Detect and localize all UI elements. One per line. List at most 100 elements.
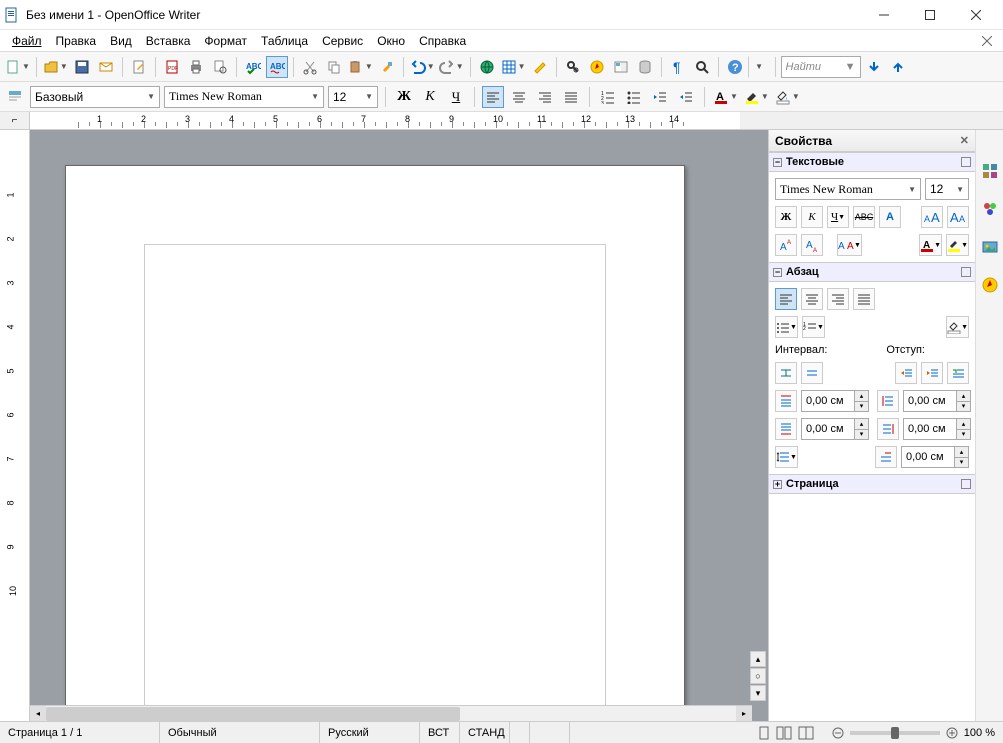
nav-target-button[interactable]: ○ <box>750 668 766 684</box>
menu-edit[interactable]: Правка <box>50 32 103 50</box>
menu-table[interactable]: Таблица <box>255 32 314 50</box>
background-color-button[interactable]: ▼ <box>774 86 801 108</box>
indent-first-input[interactable]: ▴▾ <box>901 446 969 468</box>
indent-left-input[interactable]: ▴▾ <box>903 390 971 412</box>
sidebar-subscript-button[interactable]: AA <box>801 234 823 256</box>
status-style[interactable]: Обычный <box>160 722 320 743</box>
bullet-list-button[interactable] <box>623 86 645 108</box>
menu-view[interactable]: Вид <box>104 32 138 50</box>
new-button[interactable]: ▼ <box>4 56 31 78</box>
increase-spacing-button[interactable] <box>775 362 797 384</box>
page[interactable] <box>65 165 685 721</box>
find-next-button[interactable] <box>863 56 885 78</box>
save-button[interactable] <box>71 56 93 78</box>
scroll-thumb[interactable] <box>46 707 460 721</box>
sidebar-font-combo[interactable]: Times New Roman▼ <box>775 178 921 200</box>
tab-gallery[interactable] <box>979 236 1001 258</box>
section-more-icon[interactable] <box>961 267 971 277</box>
sidebar-number-list-button[interactable]: 12▼ <box>802 316 825 338</box>
menu-insert[interactable]: Вставка <box>140 32 197 50</box>
find-prev-button[interactable] <box>887 56 909 78</box>
sidebar-strike-button[interactable]: ABC <box>853 206 875 228</box>
section-page[interactable]: +Страница <box>769 474 975 494</box>
tab-navigator[interactable] <box>979 274 1001 296</box>
sidebar-shadow-button[interactable]: A <box>879 206 901 228</box>
sidebar-highlight-button[interactable]: ▼ <box>946 234 969 256</box>
navigator-button[interactable] <box>586 56 608 78</box>
tab-styles[interactable] <box>979 198 1001 220</box>
paragraph-style-combo[interactable]: Базовый▼ <box>30 86 160 108</box>
prev-page-button[interactable]: ▴ <box>750 651 766 667</box>
sidebar-align-center-button[interactable] <box>801 288 823 310</box>
increase-indent-panel-button[interactable] <box>895 362 917 384</box>
section-more-icon[interactable] <box>961 479 971 489</box>
maximize-button[interactable] <box>907 0 953 30</box>
view-single-page-icon[interactable] <box>758 726 770 740</box>
sidebar-align-left-button[interactable] <box>775 288 797 310</box>
align-center-button[interactable] <box>508 86 530 108</box>
align-right-button[interactable] <box>534 86 556 108</box>
status-insert-mode[interactable]: ВСТ <box>420 722 460 743</box>
menu-window[interactable]: Окно <box>371 32 411 50</box>
vertical-ruler[interactable]: 12345678910 <box>0 130 30 721</box>
line-spacing-button[interactable]: ▼ <box>775 446 798 468</box>
print-preview-button[interactable] <box>209 56 231 78</box>
cut-button[interactable] <box>299 56 321 78</box>
close-button[interactable] <box>953 0 999 30</box>
toolbar-more-button[interactable]: ▼ <box>748 56 770 78</box>
sidebar-spacing-button[interactable]: AA▼ <box>837 234 862 256</box>
help-button[interactable]: ? <box>724 56 746 78</box>
bold-button[interactable]: Ж <box>393 86 415 108</box>
increase-indent-button[interactable] <box>675 86 697 108</box>
spellcheck-button[interactable]: ABC <box>242 56 264 78</box>
menu-help[interactable]: Справка <box>413 32 472 50</box>
hyperlink-button[interactable] <box>476 56 498 78</box>
sidebar-underline-button[interactable]: Ч▼ <box>827 206 849 228</box>
sidebar-bold-button[interactable]: Ж <box>775 206 797 228</box>
spacing-below-input[interactable]: ▴▾ <box>801 418 869 440</box>
sidebar-size-combo[interactable]: 12▼ <box>925 178 969 200</box>
document-area[interactable]: ▴ ○ ▾ ◂ ▸ <box>30 130 768 721</box>
nonprinting-chars-button[interactable]: ¶ <box>667 56 689 78</box>
decrease-indent-button[interactable] <box>649 86 671 108</box>
auto-spellcheck-button[interactable]: ABC <box>266 56 288 78</box>
copy-button[interactable] <box>323 56 345 78</box>
view-multi-page-icon[interactable] <box>776 726 792 740</box>
status-selection-mode[interactable]: СТАНД <box>460 722 510 743</box>
font-size-combo[interactable]: 12▼ <box>328 86 378 108</box>
format-paintbrush-button[interactable] <box>376 56 398 78</box>
edit-file-button[interactable] <box>128 56 150 78</box>
export-pdf-button[interactable]: PDF <box>161 56 183 78</box>
align-left-button[interactable] <box>482 86 504 108</box>
table-button[interactable]: ▼ <box>500 56 527 78</box>
sidebar-italic-button[interactable]: К <box>801 206 823 228</box>
numbered-list-button[interactable]: 123 <box>597 86 619 108</box>
sidebar-font-color-button[interactable]: A▼ <box>919 234 942 256</box>
scroll-left-button[interactable]: ◂ <box>30 706 46 722</box>
find-input[interactable]: Найти▼ <box>781 56 861 78</box>
font-color-button[interactable]: A▼ <box>712 86 739 108</box>
underline-button[interactable]: Ч <box>445 86 467 108</box>
decrease-spacing-button[interactable] <box>801 362 823 384</box>
hanging-indent-button[interactable] <box>947 362 969 384</box>
data-sources-button[interactable] <box>634 56 656 78</box>
print-button[interactable] <box>185 56 207 78</box>
sidebar-bgcolor-button[interactable]: ▼ <box>946 316 969 338</box>
zoom-slider[interactable] <box>850 731 940 735</box>
status-page[interactable]: Страница 1 / 1 <box>0 722 160 743</box>
undo-button[interactable]: ▼ <box>409 56 436 78</box>
tab-properties[interactable] <box>979 160 1001 182</box>
zoom-in-button[interactable] <box>946 727 958 739</box>
draw-functions-button[interactable] <box>529 56 551 78</box>
sidebar-close-button[interactable]: ✕ <box>960 134 969 147</box>
redo-button[interactable]: ▼ <box>438 56 465 78</box>
minimize-button[interactable] <box>861 0 907 30</box>
font-name-combo[interactable]: Times New Roman▼ <box>164 86 324 108</box>
menu-service[interactable]: Сервис <box>316 32 369 50</box>
email-button[interactable] <box>95 56 117 78</box>
horizontal-ruler[interactable]: 1234567891011121314 <box>30 112 740 129</box>
status-language[interactable]: Русский <box>320 722 420 743</box>
find-replace-button[interactable] <box>562 56 584 78</box>
sidebar-bullet-list-button[interactable]: ▼ <box>775 316 798 338</box>
view-book-icon[interactable] <box>798 726 814 740</box>
